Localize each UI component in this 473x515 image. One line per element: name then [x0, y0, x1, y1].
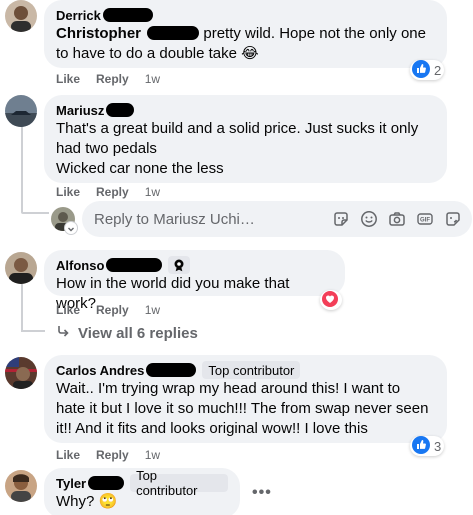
- thread-line: [21, 212, 49, 214]
- comment-text: Christopher pretty wild. Hope not the on…: [56, 24, 435, 64]
- view-replies-link[interactable]: View all 6 replies: [56, 324, 198, 342]
- timestamp[interactable]: 1w: [145, 72, 160, 86]
- reaction-summary[interactable]: 2: [410, 59, 445, 81]
- like-button[interactable]: Like: [56, 72, 80, 86]
- top-contributor-badge: Top contributor: [202, 361, 301, 379]
- comment-text: Wait.. I'm trying wrap my head around th…: [56, 380, 429, 437]
- comment-bubble: Mariusz That's a great build and a solid…: [44, 95, 447, 183]
- thread-line: [21, 330, 45, 332]
- redaction: [106, 103, 135, 117]
- avatar[interactable]: [5, 252, 37, 284]
- svg-text:GIF: GIF: [420, 218, 430, 224]
- top-fan-icon: [168, 256, 191, 274]
- comment-author[interactable]: Tyler: [56, 476, 86, 491]
- comment-author[interactable]: Mariusz: [56, 103, 104, 118]
- reaction-summary[interactable]: [320, 290, 342, 310]
- avatar[interactable]: [5, 95, 37, 127]
- redaction: [88, 476, 125, 490]
- reply-arrow-icon: [56, 324, 70, 342]
- reply-button[interactable]: Reply: [96, 72, 129, 86]
- reply-input[interactable]: [94, 210, 332, 228]
- emoji-icon[interactable]: [360, 210, 378, 228]
- view-replies-label: View all 6 replies: [78, 324, 198, 342]
- reply-composer: GIF: [82, 201, 472, 237]
- timestamp[interactable]: 1w: [145, 185, 160, 199]
- thread-line: [21, 126, 23, 212]
- avatar[interactable]: [5, 0, 37, 32]
- comment-bubble: Tyler Top contributor Why? 🙄: [44, 468, 240, 515]
- comment-actions: Like Reply 1w: [56, 71, 160, 87]
- reply-button[interactable]: Reply: [96, 448, 129, 462]
- redaction: [102, 8, 153, 22]
- like-button[interactable]: Like: [56, 448, 80, 462]
- top-contributor-badge: Top contributor: [130, 468, 228, 498]
- timestamp[interactable]: 1w: [145, 448, 160, 462]
- comment-actions: Like Reply 1w: [56, 302, 160, 318]
- comment-bubble: Carlos Andres Top contributor Wait.. I'm…: [44, 355, 447, 443]
- comment-text: That's a great build and a solid price. …: [56, 120, 419, 157]
- reply-button[interactable]: Reply: [96, 303, 129, 317]
- redaction: [147, 26, 200, 40]
- comment-author[interactable]: Carlos Andres: [56, 363, 144, 378]
- chevron-down-icon[interactable]: [65, 222, 77, 234]
- camera-icon[interactable]: [388, 210, 406, 228]
- timestamp[interactable]: 1w: [145, 303, 160, 317]
- comment-bubble: Derrick Christopher pretty wild. Hope no…: [44, 0, 447, 68]
- thumbs-up-icon: [412, 435, 430, 457]
- redaction: [146, 363, 197, 377]
- comment-author[interactable]: Derrick: [56, 8, 101, 23]
- reaction-summary[interactable]: 3: [410, 435, 445, 457]
- redaction: [106, 258, 163, 272]
- comment-actions: Like Reply 1w: [56, 184, 160, 200]
- like-button[interactable]: Like: [56, 303, 80, 317]
- comment-author[interactable]: Alfonso: [56, 258, 104, 273]
- more-horizontal-icon[interactable]: •••: [252, 484, 272, 502]
- avatar[interactable]: [5, 357, 37, 389]
- gif-icon[interactable]: GIF: [416, 210, 434, 228]
- avatar[interactable]: [5, 470, 37, 502]
- comment-text: Wicked car none the less: [56, 160, 224, 177]
- comment-actions: Like Reply 1w: [56, 447, 160, 463]
- reaction-count: 3: [434, 438, 442, 454]
- comment-bubble: Alfonso How in the world did you make th…: [44, 250, 345, 312]
- sticker-icon[interactable]: [332, 210, 350, 228]
- reply-button[interactable]: Reply: [96, 185, 129, 199]
- reaction-count: 2: [434, 62, 442, 78]
- thumbs-up-icon: [412, 59, 430, 81]
- avatar-sticker-icon[interactable]: [444, 210, 462, 228]
- heart-icon: [322, 290, 338, 310]
- like-button[interactable]: Like: [56, 185, 80, 199]
- mention-link[interactable]: Christopher: [56, 25, 141, 42]
- thread-line: [21, 284, 23, 332]
